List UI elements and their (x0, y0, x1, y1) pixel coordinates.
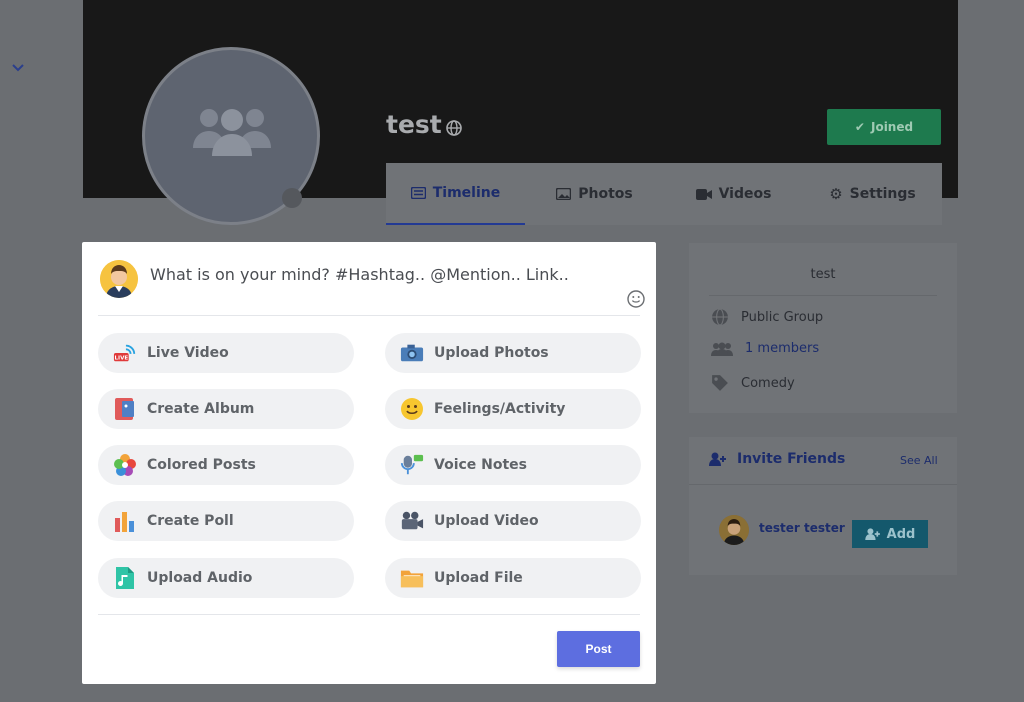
joined-button[interactable]: ✔ Joined (827, 109, 941, 145)
folder-icon (400, 566, 424, 590)
option-label: Upload Photos (434, 345, 549, 361)
color-petals-icon (113, 453, 137, 477)
upload-video-option[interactable]: Upload Video (385, 501, 641, 541)
gear-icon: ⚙ (829, 185, 843, 203)
live-video-icon: LIVE (113, 341, 137, 365)
category-label: Comedy (741, 375, 795, 391)
divider (689, 484, 957, 485)
add-friend-button[interactable]: Add (852, 520, 928, 548)
users-icon (711, 342, 733, 356)
divider (98, 315, 640, 316)
user-plus-icon (709, 452, 726, 466)
group-users-icon (193, 109, 271, 156)
globe-icon (712, 308, 728, 326)
tab-label: Photos (578, 186, 633, 202)
tag-icon (712, 375, 728, 391)
camera-icon (400, 341, 424, 365)
post-text-input[interactable] (150, 265, 630, 284)
divider (709, 295, 937, 296)
joined-label: Joined (870, 120, 914, 134)
group-tabs: Timeline Photos Videos ⚙ Settings (386, 163, 942, 225)
smiley-icon (400, 397, 424, 421)
tab-timeline[interactable]: Timeline (386, 163, 525, 225)
user-plus-icon (864, 528, 880, 540)
check-icon: ✔ (854, 120, 865, 134)
see-all-link[interactable]: See All (900, 454, 938, 467)
info-privacy: Public Group (711, 308, 823, 326)
option-label: Feelings/Activity (434, 401, 566, 417)
post-button[interactable]: Post (557, 631, 640, 667)
option-label: Create Poll (147, 513, 234, 529)
list-icon (410, 187, 426, 199)
image-icon (556, 188, 572, 200)
option-label: Colored Posts (147, 457, 256, 473)
video-camera-icon (695, 188, 712, 200)
add-label: Add (886, 526, 916, 542)
upload-audio-option[interactable]: Upload Audio (98, 558, 354, 598)
svg-text:LIVE: LIVE (115, 355, 129, 361)
tab-label: Timeline (432, 185, 501, 201)
invite-title: Invite Friends (737, 451, 846, 467)
emoji-picker-icon[interactable] (627, 290, 645, 312)
tab-photos[interactable]: Photos (525, 163, 664, 225)
option-label: Voice Notes (434, 457, 528, 473)
microphone-icon (400, 453, 424, 477)
invite-friends-card: Invite Friends See All tester tester Add (689, 437, 957, 575)
live-video-option[interactable]: LIVE Live Video (98, 333, 354, 373)
option-label: Create Album (147, 401, 255, 417)
group-title: test (386, 110, 442, 139)
info-members[interactable]: 1 members (711, 341, 819, 356)
chevron-down-icon[interactable] (12, 60, 24, 76)
group-info-card: test Public Group 1 members Comedy (689, 243, 957, 413)
info-title: test (810, 267, 836, 282)
divider (98, 614, 640, 615)
info-category: Comedy (711, 374, 795, 392)
user-avatar (100, 260, 138, 298)
upload-file-option[interactable]: Upload File (385, 558, 641, 598)
colored-posts-option[interactable]: Colored Posts (98, 445, 354, 485)
invite-header: Invite Friends (709, 451, 845, 467)
voice-notes-option[interactable]: Voice Notes (385, 445, 641, 485)
members-link[interactable]: 1 members (745, 341, 819, 356)
video-camera-icon (400, 509, 424, 533)
create-post-modal: LIVE Live Video Upload Photos Create Alb… (82, 242, 656, 684)
tab-label: Settings (849, 186, 916, 202)
poll-icon (113, 509, 137, 533)
album-icon (113, 397, 137, 421)
tab-settings[interactable]: ⚙ Settings (803, 163, 942, 225)
globe-icon (446, 120, 462, 140)
music-file-icon (113, 566, 137, 590)
avatar-camera-icon[interactable] (282, 188, 302, 208)
tab-videos[interactable]: Videos (664, 163, 803, 225)
create-poll-option[interactable]: Create Poll (98, 501, 354, 541)
option-label: Upload File (434, 570, 523, 586)
upload-photos-option[interactable]: Upload Photos (385, 333, 641, 373)
friend-avatar[interactable] (719, 515, 749, 545)
tab-label: Videos (718, 186, 772, 202)
feelings-activity-option[interactable]: Feelings/Activity (385, 389, 641, 429)
option-label: Live Video (147, 345, 229, 361)
create-album-option[interactable]: Create Album (98, 389, 354, 429)
friend-name[interactable]: tester tester (759, 521, 845, 535)
option-label: Upload Audio (147, 570, 253, 586)
option-label: Upload Video (434, 513, 539, 529)
privacy-label: Public Group (741, 309, 824, 325)
